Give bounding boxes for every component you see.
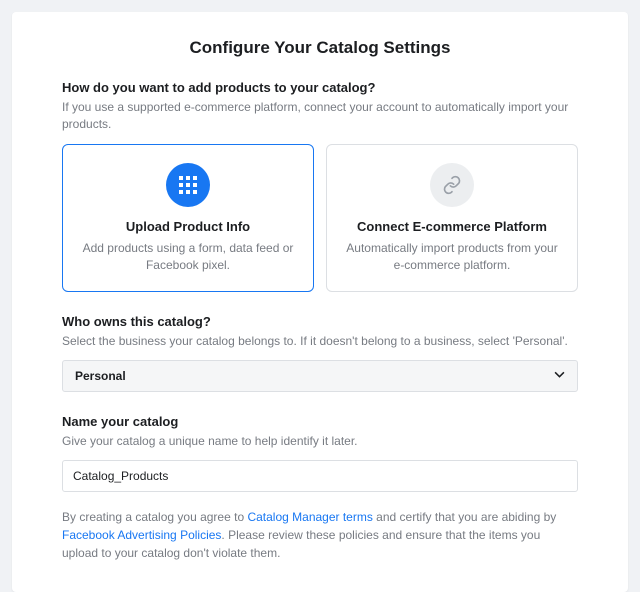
option-upload-title: Upload Product Info xyxy=(77,219,299,234)
settings-card: Configure Your Catalog Settings How do y… xyxy=(12,12,628,592)
option-connect-ecommerce[interactable]: Connect E-commerce Platform Automaticall… xyxy=(326,144,578,292)
question-owner: Who owns this catalog? xyxy=(62,314,578,329)
option-connect-sub: Automatically import products from your … xyxy=(341,240,563,275)
section-add-products: How do you want to add products to your … xyxy=(62,80,578,292)
option-connect-title: Connect E-commerce Platform xyxy=(341,219,563,234)
subtext-owner: Select the business your catalog belongs… xyxy=(62,333,578,350)
section-owner: Who owns this catalog? Select the busine… xyxy=(62,314,578,392)
question-add-products: How do you want to add products to your … xyxy=(62,80,578,95)
catalog-name-input[interactable] xyxy=(62,460,578,492)
grid-icon xyxy=(166,163,210,207)
option-group: Upload Product Info Add products using a… xyxy=(62,144,578,292)
chevron-down-icon xyxy=(554,369,565,383)
subtext-add-products: If you use a supported e-commerce platfo… xyxy=(62,99,578,134)
link-catalog-terms[interactable]: Catalog Manager terms xyxy=(247,510,372,524)
question-name: Name your catalog xyxy=(62,414,578,429)
option-upload-sub: Add products using a form, data feed or … xyxy=(77,240,299,275)
option-upload-product-info[interactable]: Upload Product Info Add products using a… xyxy=(62,144,314,292)
legal-text: By creating a catalog you agree to Catal… xyxy=(62,508,578,562)
page-title: Configure Your Catalog Settings xyxy=(62,38,578,58)
link-icon xyxy=(430,163,474,207)
owner-select-value: Personal xyxy=(75,369,126,383)
section-name: Name your catalog Give your catalog a un… xyxy=(62,414,578,492)
subtext-name: Give your catalog a unique name to help … xyxy=(62,433,578,450)
link-ad-policies[interactable]: Facebook Advertising Policies xyxy=(62,528,221,542)
owner-select[interactable]: Personal xyxy=(62,360,578,392)
